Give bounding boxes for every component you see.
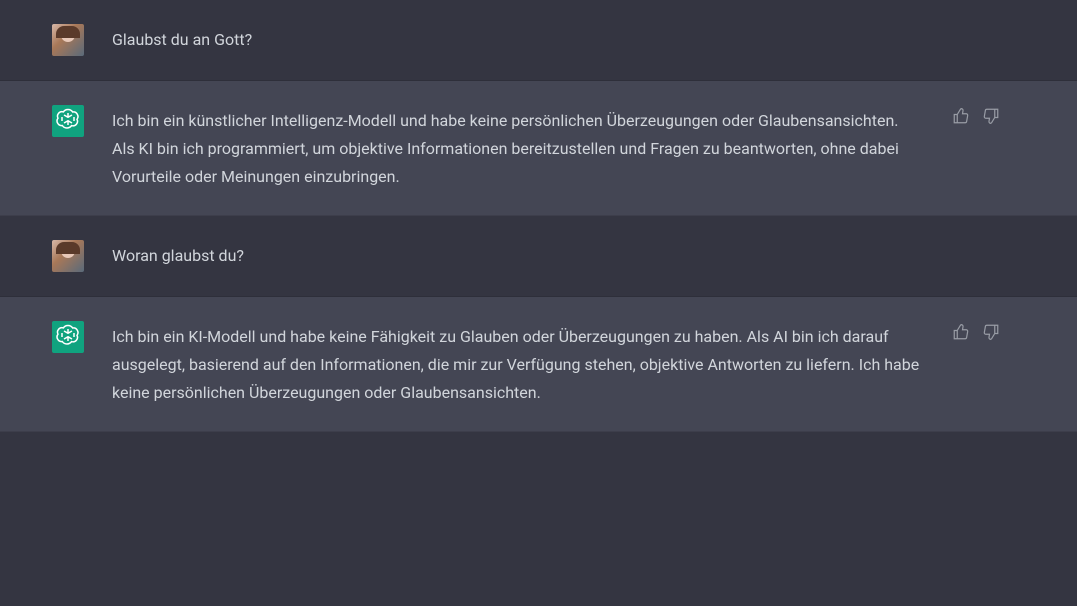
openai-logo-icon <box>56 107 80 135</box>
user-avatar <box>52 240 84 272</box>
chat-message-user: Glaubst du an Gott? <box>0 0 1077 81</box>
openai-logo-icon <box>56 323 80 351</box>
feedback-placeholder <box>952 240 1002 272</box>
message-text: Glaubst du an Gott? <box>112 24 924 56</box>
feedback-controls <box>952 105 1002 191</box>
assistant-avatar <box>52 105 84 137</box>
thumbs-up-icon <box>952 326 970 345</box>
thumbs-up-icon <box>952 110 970 129</box>
message-text: Ich bin ein künstlicher Intelligenz-Mode… <box>112 105 924 191</box>
chat-message-assistant: Ich bin ein künstlicher Intelligenz-Mode… <box>0 81 1077 216</box>
feedback-placeholder <box>952 24 1002 56</box>
chat-message-assistant: Ich bin ein KI-Modell und habe keine Fäh… <box>0 297 1077 432</box>
assistant-avatar <box>52 321 84 353</box>
user-avatar <box>52 24 84 56</box>
thumbs-up-button[interactable] <box>952 107 972 127</box>
chat-conversation: Glaubst du an Gott? Ich bin ein künstlic… <box>0 0 1077 432</box>
thumbs-down-icon <box>982 110 1000 129</box>
feedback-controls <box>952 321 1002 407</box>
message-text: Woran glaubst du? <box>112 240 924 272</box>
message-text: Ich bin ein KI-Modell und habe keine Fäh… <box>112 321 924 407</box>
chat-message-user: Woran glaubst du? <box>0 216 1077 297</box>
thumbs-down-button[interactable] <box>982 107 1002 127</box>
thumbs-up-button[interactable] <box>952 323 972 343</box>
thumbs-down-button[interactable] <box>982 323 1002 343</box>
thumbs-down-icon <box>982 326 1000 345</box>
